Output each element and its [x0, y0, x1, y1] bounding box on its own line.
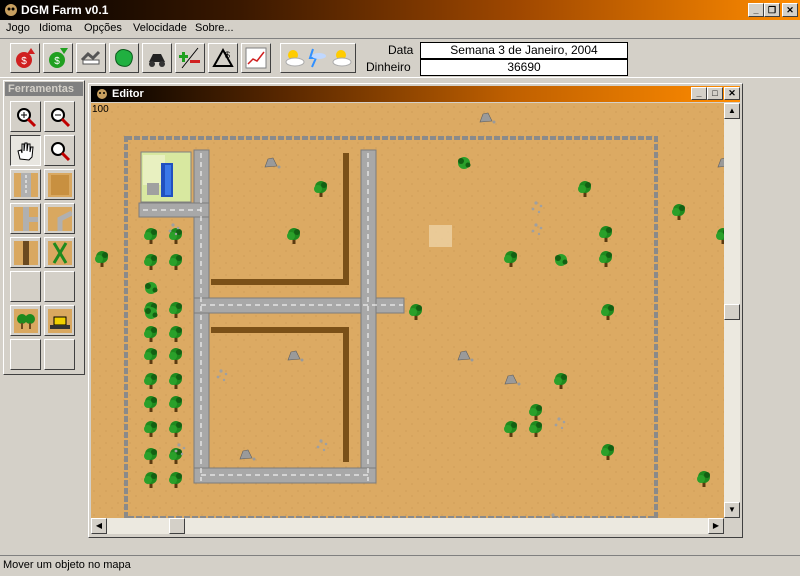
menu-jogo[interactable]: Jogo: [6, 22, 30, 34]
graph-button[interactable]: [241, 43, 271, 73]
bulldozer-button[interactable]: [44, 305, 75, 336]
road-curve-icon: [48, 207, 72, 231]
weather-icon: [285, 48, 352, 68]
map-canvas[interactable]: [91, 103, 724, 518]
app-title: DGM Farm v0.1: [21, 3, 109, 17]
tree-icon: [14, 309, 38, 333]
status-bar: Mover um objeto no mapa: [0, 555, 800, 576]
editor-maximize-button[interactable]: □: [707, 87, 723, 100]
svg-text:$: $: [225, 50, 230, 60]
chart-tool-icon: $: [212, 47, 234, 67]
empty-tool-1[interactable]: [10, 271, 41, 302]
scroll-down-button[interactable]: ▼: [724, 502, 740, 518]
editor-title: Editor: [112, 88, 144, 100]
market-button[interactable]: $: [208, 43, 238, 73]
balance-icon: [179, 47, 200, 69]
empty-tool-2[interactable]: [44, 271, 75, 302]
close-button[interactable]: ✕: [782, 3, 798, 17]
money-in-icon: $: [49, 48, 68, 68]
tool-palette: Ferramentas: [3, 80, 85, 375]
scroll-right-button[interactable]: ▶: [708, 518, 724, 534]
editor-close-button[interactable]: ✕: [724, 87, 740, 100]
field-icon: [48, 173, 72, 197]
graph-icon: [245, 47, 267, 69]
crop-button[interactable]: [44, 237, 75, 268]
fence-icon: [14, 241, 38, 265]
buy-button[interactable]: $: [43, 43, 73, 73]
map-button[interactable]: [109, 43, 139, 73]
editor-window: Editor _ □ ✕ 100 ▲ ▼ ◀ ▶: [88, 83, 743, 538]
editor-icon: [97, 89, 107, 99]
balance-button[interactable]: [175, 43, 205, 73]
minimize-button[interactable]: _: [748, 3, 764, 17]
horizontal-scrollbar[interactable]: ◀ ▶: [91, 518, 724, 534]
empty-tool-4[interactable]: [44, 339, 75, 370]
editor-titlebar: Editor _ □ ✕: [91, 86, 740, 102]
magnifier-icon: [51, 142, 71, 162]
date-label: Data: [388, 43, 414, 57]
tree-button[interactable]: [10, 305, 41, 336]
weather-button[interactable]: [280, 43, 356, 73]
svg-text:$: $: [21, 56, 27, 67]
vertical-scrollbar[interactable]: ▲ ▼: [724, 103, 740, 518]
money-field: 36690: [420, 59, 628, 76]
toolbar: $ $ $ Data Semana 3 de Janeiro, 2004 Din…: [0, 38, 800, 78]
road-vertical-button[interactable]: [10, 169, 41, 200]
money-out-icon: $: [16, 48, 35, 68]
handshake-icon: [80, 50, 101, 65]
crop-icon: [48, 241, 72, 265]
tractor-icon: [149, 54, 165, 67]
tractor-button[interactable]: [142, 43, 172, 73]
map-selection: [429, 225, 452, 247]
move-tool-button[interactable]: [10, 135, 41, 166]
zoom-in-button[interactable]: [10, 101, 41, 132]
restore-button[interactable]: ❐: [764, 3, 780, 17]
farmhouse: [140, 151, 192, 203]
zoom-out-button[interactable]: [44, 101, 75, 132]
zoom-in-icon: [17, 108, 37, 128]
vertical-scroll-thumb[interactable]: [724, 304, 740, 320]
fence-button[interactable]: [10, 237, 41, 268]
road-curve-button[interactable]: [44, 203, 75, 234]
zoom-tool-button[interactable]: [44, 135, 75, 166]
horizontal-scroll-thumb[interactable]: [169, 518, 185, 534]
menu-bar: Jogo Idioma Opções Velocidade Sobre...: [0, 20, 800, 38]
empty-tool-3[interactable]: [10, 339, 41, 370]
zoom-level: 100: [92, 104, 109, 115]
menu-opcoes[interactable]: Opções: [84, 22, 122, 34]
app-icon: [5, 4, 17, 16]
bulldozer-icon: [48, 309, 72, 333]
palette-title: Ferramentas: [5, 82, 83, 96]
scroll-up-button[interactable]: ▲: [724, 103, 740, 119]
road-junction-icon: [14, 207, 38, 231]
app-titlebar: DGM Farm v0.1 _ ❐ ✕: [0, 0, 800, 20]
menu-velocidade[interactable]: Velocidade: [133, 22, 187, 34]
farm-map[interactable]: 100: [91, 103, 724, 518]
scroll-left-button[interactable]: ◀: [91, 518, 107, 534]
zoom-out-icon: [51, 108, 71, 128]
svg-text:$: $: [54, 56, 60, 67]
trade-button[interactable]: [76, 43, 106, 73]
hand-icon: [17, 142, 34, 161]
status-text: Mover um objeto no mapa: [3, 559, 131, 571]
menu-idioma[interactable]: Idioma: [39, 22, 72, 34]
road-vertical-icon: [14, 173, 38, 197]
menu-sobre[interactable]: Sobre...: [195, 22, 234, 34]
money-label: Dinheiro: [366, 60, 411, 74]
editor-minimize-button[interactable]: _: [691, 87, 707, 100]
field-button[interactable]: [44, 169, 75, 200]
sell-button[interactable]: $: [10, 43, 40, 73]
map-icon: [115, 49, 133, 67]
date-field: Semana 3 de Janeiro, 2004: [420, 42, 628, 59]
road-junction-button[interactable]: [10, 203, 41, 234]
